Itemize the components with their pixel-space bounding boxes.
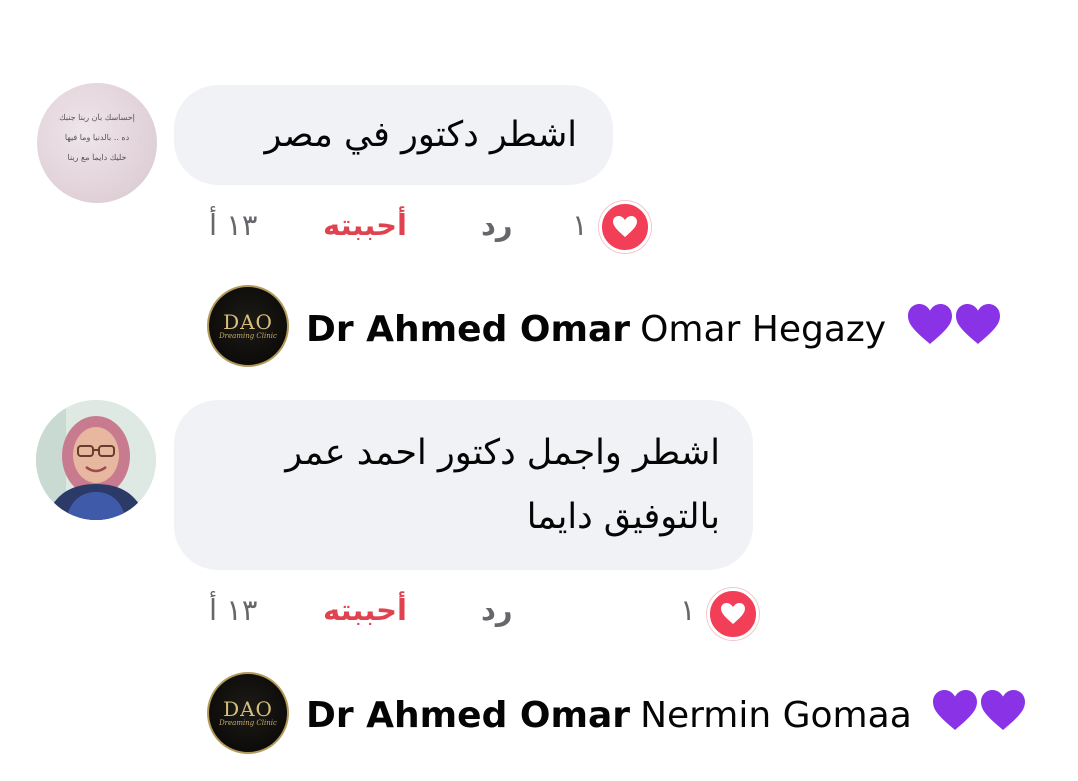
comment-bubble[interactable]: اشطر دكتور في مصر: [174, 85, 613, 185]
reply-author-name[interactable]: Dr Ahmed Omar: [306, 695, 630, 736]
reply-mention[interactable]: Nermin Gomaa: [640, 695, 912, 736]
heart-icon[interactable]: [599, 201, 651, 253]
avatar-logo: DAO: [223, 696, 273, 721]
comment-timestamp[interactable]: ١٣ أ: [209, 590, 257, 630]
like-button[interactable]: أحببته: [323, 205, 407, 245]
comment-text-line: بالتوفيق دايما: [526, 497, 720, 537]
like-button[interactable]: أحببته: [323, 590, 407, 630]
avatar-logo-sub: Dreaming Clinic: [219, 718, 277, 727]
reply-preview[interactable]: Dr Ahmed Omar Nermin Gomaa: [306, 688, 1027, 746]
heart-icon[interactable]: [707, 588, 759, 640]
comment-text-line: اشطر دكتور في مصر: [264, 115, 577, 155]
purple-heart-icon: [931, 688, 1027, 746]
avatar-logo: DAO: [223, 309, 273, 334]
purple-heart-icon: [906, 302, 1002, 360]
avatar-quote-line: ده .. بالدنيا وما فيها: [64, 133, 130, 142]
reply-author-avatar[interactable]: DAO Dreaming Clinic: [207, 285, 289, 367]
commenter-avatar[interactable]: [36, 400, 156, 520]
reaction-count[interactable]: ١: [680, 590, 696, 630]
reply-author-name[interactable]: Dr Ahmed Omar: [306, 309, 630, 350]
comment-timestamp[interactable]: ١٣ أ: [209, 205, 257, 245]
comment-bubble[interactable]: اشطر واجمل دكتور احمد عمر بالتوفيق دايما: [174, 400, 753, 570]
reply-button[interactable]: رد: [481, 205, 513, 245]
reply-mention[interactable]: Omar Hegazy: [640, 309, 886, 350]
comment-text-line: اشطر واجمل دكتور احمد عمر: [285, 433, 720, 473]
avatar-logo-sub: Dreaming Clinic: [219, 331, 277, 340]
avatar-quote-line: إحساسك بأن ربنا جنبك: [59, 113, 135, 122]
reply-button[interactable]: رد: [481, 590, 513, 630]
reply-preview[interactable]: Dr Ahmed Omar Omar Hegazy: [306, 302, 1002, 360]
commenter-avatar[interactable]: إحساسك بأن ربنا جنبك ده .. بالدنيا وما ف…: [37, 83, 157, 203]
reaction-count[interactable]: ١: [572, 205, 588, 245]
reply-author-avatar[interactable]: DAO Dreaming Clinic: [207, 672, 289, 754]
avatar-quote-line: خليك دايماً مع ربنا: [67, 153, 127, 162]
